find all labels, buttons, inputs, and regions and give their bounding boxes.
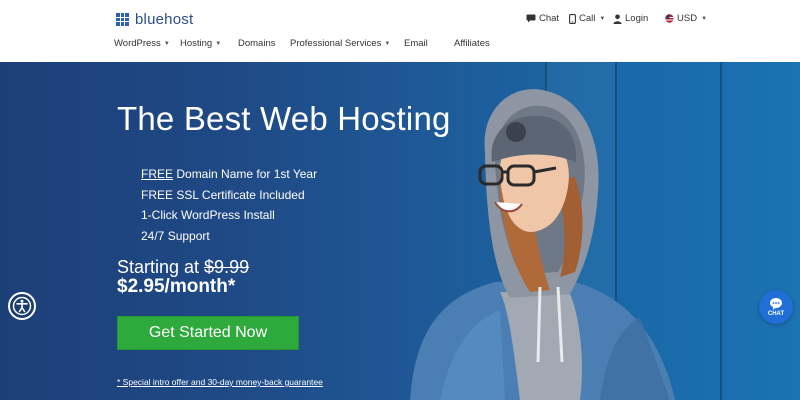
chevron-down-icon: ▼ [215, 40, 222, 47]
currency-label: USD [677, 13, 698, 24]
call-link[interactable]: Call ▼ [569, 13, 605, 24]
chat-icon [526, 14, 536, 23]
feature-item: FREE Domain Name for 1st Year [141, 164, 317, 185]
feature-text: Domain Name for 1st Year [173, 167, 318, 181]
monthly-price: $2.95/month* [117, 276, 236, 297]
get-started-button[interactable]: Get Started Now [117, 316, 299, 350]
nav-item-label: Domains [238, 38, 276, 49]
chevron-down-icon: ▼ [701, 15, 708, 22]
background-wall-seam [720, 62, 722, 400]
nav-item-domains[interactable]: Domains [238, 38, 276, 49]
chevron-down-icon: ▼ [599, 15, 606, 22]
nav-item-hosting[interactable]: Hosting ▼ [180, 38, 221, 49]
accessibility-icon [12, 296, 32, 316]
nav-item-label: Affiliates [454, 38, 490, 49]
price-prefix: Starting at [117, 257, 205, 277]
nav-item-email[interactable]: Email [404, 38, 428, 49]
logo-grid-icon [116, 13, 129, 26]
chat-bubble-icon [770, 298, 782, 310]
nav-item-wordpress[interactable]: WordPress ▼ [114, 38, 170, 49]
call-link-label: Call [579, 13, 596, 24]
nav-item-label: WordPress [114, 38, 161, 49]
hero-banner: The Best Web Hosting FREE Domain Name fo… [0, 62, 800, 400]
starting-price: Starting at $9.99 [117, 257, 249, 278]
user-icon [613, 14, 622, 24]
old-price: $9.99 [204, 257, 250, 277]
site-header: bluehost Chat Call ▼ Login USD ▼ WordPre… [0, 0, 800, 62]
phone-icon [569, 13, 576, 24]
chevron-down-icon: ▼ [163, 40, 170, 47]
nav-item-label: Email [404, 38, 428, 49]
nav-item-label: Professional Services [290, 38, 382, 49]
feature-highlight: FREE [141, 167, 174, 181]
login-link-label: Login [625, 13, 649, 24]
logo-text: bluehost [135, 11, 194, 28]
bluehost-logo[interactable]: bluehost [116, 11, 193, 28]
main-nav: WordPress ▼ Hosting ▼ Domains Profession… [0, 38, 800, 52]
chat-link-label: Chat [539, 13, 560, 24]
chat-widget-button[interactable]: CHAT [759, 290, 793, 324]
offer-disclaimer-link[interactable]: * Special intro offer and 30-day money-b… [117, 377, 323, 387]
feature-list: FREE Domain Name for 1st Year FREE SSL C… [141, 164, 317, 246]
currency-selector[interactable]: USD ▼ [665, 13, 707, 24]
chat-link[interactable]: Chat [526, 13, 559, 24]
chevron-down-icon: ▼ [384, 40, 391, 47]
nav-item-affiliates[interactable]: Affiliates [454, 38, 490, 49]
feature-item: 1-Click WordPress Install [141, 208, 275, 222]
nav-item-professional-services[interactable]: Professional Services ▼ [290, 38, 390, 49]
nav-item-label: Hosting [180, 38, 213, 49]
feature-item: FREE SSL Certificate Included [141, 187, 305, 202]
accessibility-button[interactable] [8, 292, 36, 320]
login-link[interactable]: Login [613, 13, 648, 24]
flag-icon [665, 14, 674, 23]
feature-item: 24/7 Support [141, 228, 210, 243]
chat-widget-label: CHAT [767, 311, 785, 317]
hero-title: The Best Web Hosting [117, 100, 451, 137]
